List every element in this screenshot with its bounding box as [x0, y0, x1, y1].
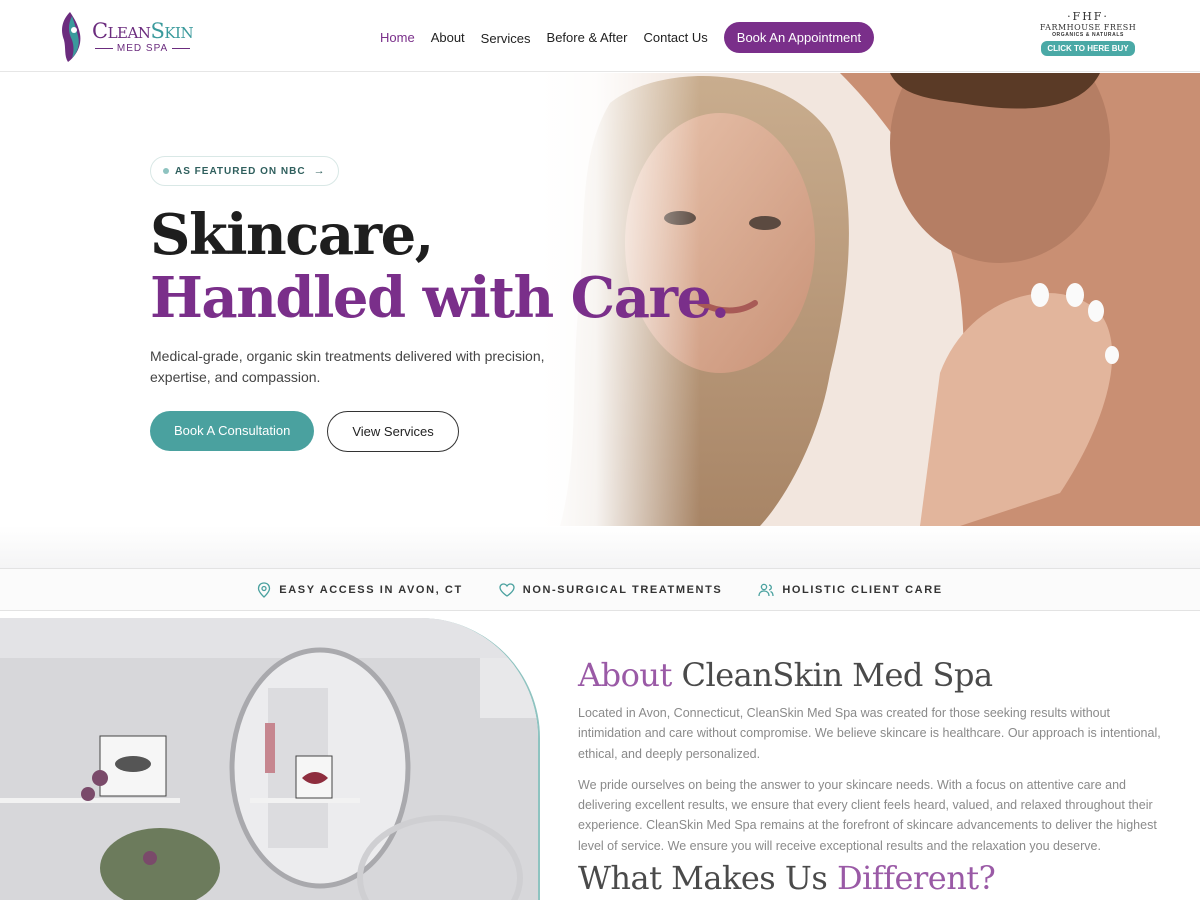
hero-title-line2: Handled with Care.: [150, 265, 730, 331]
farmhouse-fresh-partner-badge[interactable]: ·FHF· FARMHOUSE FRESH ORGANICS & NATURAL…: [1036, 10, 1140, 64]
feature-label: EASY ACCESS IN AVON, CT: [279, 583, 463, 596]
different-title-accent: Different?: [836, 859, 996, 898]
fhf-tagline: ORGANICS & NATURALS: [1052, 32, 1124, 38]
nav-services[interactable]: Services: [481, 26, 531, 52]
section-divider: [0, 526, 1200, 570]
feature-label: NON-SURGICAL TREATMENTS: [522, 583, 723, 596]
arrow-right-icon: →: [313, 165, 326, 177]
book-consultation-button[interactable]: Book A Consultation: [150, 411, 315, 451]
feature-holistic: HOLISTIC CLIENT CARE: [758, 583, 942, 597]
fhf-name: FARMHOUSE FRESH: [1039, 23, 1137, 32]
about-section: About CleanSkin Med Spa Located in Avon,…: [578, 655, 1168, 898]
about-title-rest: CleanSkin Med Spa: [681, 656, 994, 694]
feature-non-surgical: NON-SURGICAL TREATMENTS: [499, 582, 723, 597]
face-silhouette-icon: [62, 12, 81, 62]
spa-interior-illustration: [0, 618, 538, 900]
featured-nbc-badge[interactable]: AS FEATURED ON NBC →: [150, 156, 339, 186]
cleanskin-logo[interactable]: CleanSkin MED SPA: [56, 8, 196, 64]
heart-icon: [499, 582, 515, 597]
hero-title-line1: Skincare,: [150, 202, 434, 268]
about-title-accent: About: [578, 656, 672, 694]
users-icon: [758, 583, 775, 596]
nav-about[interactable]: About: [431, 25, 465, 51]
about-paragraph-2: We pride ourselves on being the answer t…: [578, 777, 1157, 853]
different-title-rest: What Makes Us: [578, 859, 828, 898]
dot-icon: [163, 168, 169, 174]
badge-label: AS FEATURED ON NBC: [175, 165, 306, 177]
feature-avon: EASY ACCESS IN AVON, CT: [257, 581, 463, 598]
book-appointment-button[interactable]: Book An Appointment: [723, 22, 875, 53]
view-services-button[interactable]: View Services: [327, 411, 459, 452]
hero-subtitle: Medical-grade, organic skin treatments d…: [150, 348, 545, 385]
fhf-monogram: ·FHF·: [1067, 10, 1109, 23]
location-pin-icon: [258, 581, 271, 598]
hero-section: AS FEATURED ON NBC → Skincare, Handled w…: [150, 156, 730, 452]
hero-title: Skincare, Handled with Care.: [150, 202, 730, 331]
feature-label: HOLISTIC CLIENT CARE: [782, 583, 943, 596]
fhf-buy-button[interactable]: CLICK TO HERE BUY: [1041, 41, 1135, 56]
about-title: About CleanSkin Med Spa: [578, 655, 1168, 695]
feature-strip: EASY ACCESS IN AVON, CT NON-SURGICAL TRE…: [0, 568, 1200, 611]
site-header: CleanSkin MED SPA Home About Services Be…: [0, 0, 1200, 72]
spa-interior-photo: [0, 618, 540, 900]
nav-home[interactable]: Home: [380, 25, 415, 51]
logo-wordmark: CleanSkin: [92, 18, 194, 43]
nav-before-after[interactable]: Before & After: [547, 25, 628, 51]
logo-subtitle: MED SPA: [94, 43, 191, 54]
nav-contact-us[interactable]: Contact Us: [643, 25, 707, 51]
about-paragraph-1: Located in Avon, Connecticut, CleanSkin …: [578, 706, 1161, 761]
different-title: What Makes Us Different?: [578, 858, 1168, 898]
main-nav: Home About Services Before & After Conta…: [380, 22, 890, 53]
